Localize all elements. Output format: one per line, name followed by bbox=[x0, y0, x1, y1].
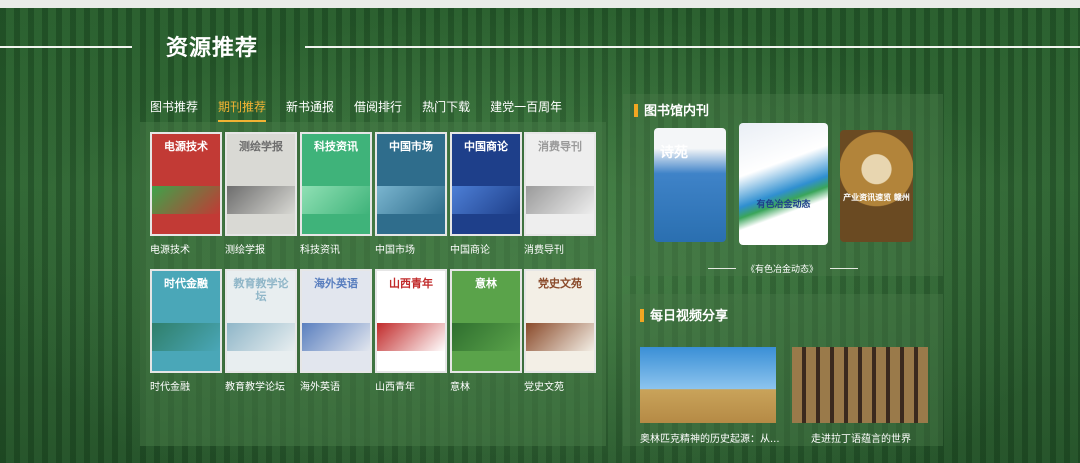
journal-item[interactable]: 意林 意林 bbox=[450, 269, 522, 393]
journal-label[interactable]: 中国市场 bbox=[375, 241, 447, 256]
video-share-heading: 每日视频分享 bbox=[640, 305, 728, 324]
cover-title: 意林 bbox=[475, 277, 497, 290]
journal-cover[interactable]: 测绘学报 bbox=[225, 132, 297, 236]
journal-label[interactable]: 测绘学报 bbox=[225, 241, 297, 256]
cover-title: 教育教学论坛 bbox=[233, 277, 289, 303]
journal-cover[interactable]: 山西青年 bbox=[375, 269, 447, 373]
journal-label[interactable]: 时代金融 bbox=[150, 378, 222, 393]
heading-text: 每日视频分享 bbox=[650, 309, 729, 324]
cover-title: 科技资讯 bbox=[314, 140, 358, 153]
journal-item[interactable]: 海外英语 海外英语 bbox=[300, 269, 372, 393]
title-divider-right bbox=[305, 46, 1080, 48]
journal-label[interactable]: 教育教学论坛 bbox=[225, 378, 297, 393]
journal-cover[interactable]: 意林 bbox=[450, 269, 522, 373]
journal-item[interactable]: 电源技术 电源技术 bbox=[150, 132, 222, 256]
journal-item[interactable]: 科技资讯 科技资讯 bbox=[300, 132, 372, 256]
tab-party-centennial[interactable]: 建党一百周年 bbox=[490, 98, 562, 122]
cover-art bbox=[452, 323, 520, 351]
journal-label[interactable]: 消费导刊 bbox=[524, 241, 596, 256]
journal-cover[interactable]: 党史文苑 bbox=[524, 269, 596, 373]
parthenon-image bbox=[640, 347, 776, 423]
heading-accent-bar bbox=[634, 104, 638, 117]
journal-label[interactable]: 科技资讯 bbox=[300, 241, 372, 256]
journal-item[interactable]: 教育教学论坛 教育教学论坛 bbox=[225, 269, 297, 393]
tab-journal-recommend[interactable]: 期刊推荐 bbox=[218, 98, 267, 122]
video-title[interactable]: 走进拉丁语蕴言的世界 bbox=[811, 430, 911, 445]
cover-art bbox=[302, 323, 370, 351]
caption-line-right bbox=[830, 268, 858, 269]
cover-art bbox=[152, 323, 220, 351]
video-thumbnail[interactable] bbox=[640, 347, 776, 423]
tab-book-recommend[interactable]: 图书推荐 bbox=[150, 98, 198, 122]
journal-cover[interactable]: 海外英语 bbox=[300, 269, 372, 373]
library-journal-caption: 《有色冶金动态》 bbox=[708, 262, 858, 276]
journal-label[interactable]: 意林 bbox=[450, 378, 522, 393]
journal-cover[interactable]: 科技资讯 bbox=[300, 132, 372, 236]
journal-item[interactable]: 中国市场 中国市场 bbox=[375, 132, 447, 256]
cover-art bbox=[452, 186, 520, 214]
cover-art bbox=[302, 186, 370, 214]
cover-title: 时代金融 bbox=[164, 277, 208, 290]
cover-title: 党史文苑 bbox=[538, 277, 582, 290]
journal-cover[interactable]: 教育教学论坛 bbox=[225, 269, 297, 373]
latin-relief-image bbox=[792, 347, 928, 423]
journal-label[interactable]: 中国商论 bbox=[450, 241, 522, 256]
journal-cover[interactable]: 中国市场 bbox=[375, 132, 447, 236]
cover-title: 产业资讯速览 赣州 bbox=[843, 193, 910, 202]
journal-item[interactable]: 党史文苑 党史文苑 bbox=[524, 269, 596, 393]
heading-accent-bar bbox=[640, 309, 644, 322]
cover-art bbox=[377, 186, 445, 214]
journal-label[interactable]: 山西青年 bbox=[375, 378, 447, 393]
journal-item[interactable]: 时代金融 时代金融 bbox=[150, 269, 222, 393]
cover-art bbox=[526, 186, 594, 214]
journal-label[interactable]: 党史文苑 bbox=[524, 378, 596, 393]
resource-tabs: 图书推荐 期刊推荐 新书通报 借阅排行 热门下载 建党一百周年 bbox=[150, 98, 582, 122]
tab-new-books[interactable]: 新书通报 bbox=[286, 98, 334, 122]
journal-cover[interactable]: 电源技术 bbox=[150, 132, 222, 236]
journal-label[interactable]: 海外英语 bbox=[300, 378, 372, 393]
cover-title: 海外英语 bbox=[314, 277, 358, 290]
cover-title: 山西青年 bbox=[389, 277, 433, 290]
cover-title: 电源技术 bbox=[164, 140, 208, 153]
top-strip bbox=[0, 0, 1080, 8]
tab-borrow-ranking[interactable]: 借阅排行 bbox=[354, 98, 402, 122]
library-journal-cover[interactable]: 有色冶金动态 bbox=[739, 123, 828, 245]
journal-cover[interactable]: 中国商论 bbox=[450, 132, 522, 236]
cover-art bbox=[377, 323, 445, 351]
cover-art bbox=[227, 186, 295, 214]
library-journal-cover[interactable]: 产业资讯速览 赣州 bbox=[840, 130, 913, 242]
caption-line-left bbox=[708, 268, 736, 269]
journal-label[interactable]: 电源技术 bbox=[150, 241, 222, 256]
cover-title: 诗苑 bbox=[660, 145, 688, 161]
caption-text: 《有色冶金动态》 bbox=[746, 265, 819, 275]
cover-title: 有色冶金动态 bbox=[756, 200, 811, 210]
video-title[interactable]: 奥林匹克精神的历史起源：从... bbox=[640, 430, 780, 445]
cover-title: 测绘学报 bbox=[239, 140, 283, 153]
heading-text: 图书馆内刊 bbox=[644, 104, 710, 119]
cover-title: 消费导刊 bbox=[538, 140, 582, 153]
tab-hot-downloads[interactable]: 热门下载 bbox=[422, 98, 470, 122]
video-thumbnail[interactable] bbox=[792, 347, 928, 423]
journal-cover[interactable]: 时代金融 bbox=[150, 269, 222, 373]
cover-art bbox=[526, 323, 594, 351]
cover-title: 中国商论 bbox=[464, 140, 508, 153]
library-journals-heading: 图书馆内刊 bbox=[634, 100, 709, 119]
journal-item[interactable]: 山西青年 山西青年 bbox=[375, 269, 447, 393]
cover-art bbox=[227, 323, 295, 351]
section-title: 资源推荐 bbox=[166, 36, 259, 61]
section-title-row: 资源推荐 bbox=[0, 30, 1080, 64]
cover-title: 中国市场 bbox=[389, 140, 433, 153]
library-journal-cover[interactable]: 诗苑 bbox=[654, 128, 726, 242]
cover-art bbox=[152, 186, 220, 214]
journal-cover[interactable]: 消费导刊 bbox=[524, 132, 596, 236]
journal-item[interactable]: 中国商论 中国商论 bbox=[450, 132, 522, 256]
journal-item[interactable]: 测绘学报 测绘学报 bbox=[225, 132, 297, 256]
title-divider-left bbox=[0, 46, 132, 48]
journal-item[interactable]: 消费导刊 消费导刊 bbox=[524, 132, 596, 256]
